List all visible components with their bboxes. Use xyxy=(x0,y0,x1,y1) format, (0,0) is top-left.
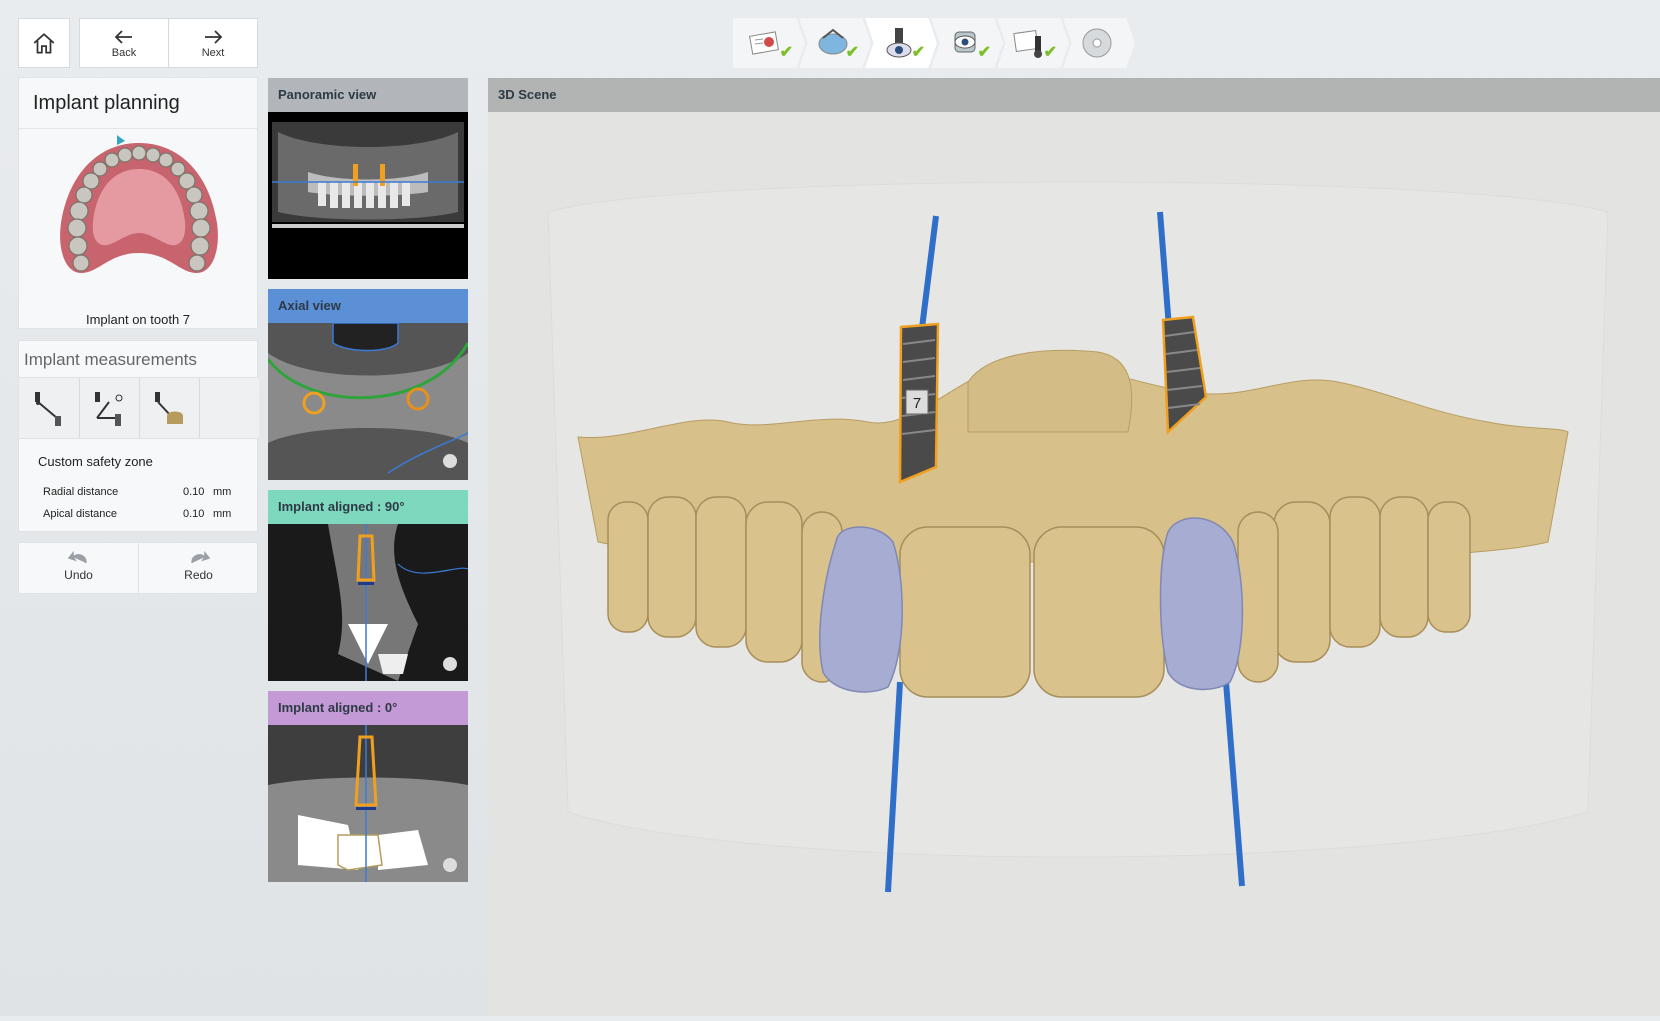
home-button[interactable] xyxy=(18,18,70,68)
axial-view-panel[interactable]: Axial view xyxy=(268,289,468,480)
upper-jaw-icon[interactable] xyxy=(39,133,239,293)
panoramic-view-panel[interactable]: Panoramic view xyxy=(268,78,468,279)
scene-3d-panel[interactable]: 3D Scene 7 xyxy=(488,78,1660,1016)
scene-3d-title: 3D Scene xyxy=(488,78,1660,112)
undo-label: Undo xyxy=(64,568,93,582)
apical-distance-value[interactable]: 0.10 xyxy=(183,508,204,520)
workflow-bar: ✔ ✔ ✔ ✔ ✔ xyxy=(733,18,1135,68)
panoramic-xray-image xyxy=(272,122,464,228)
volume-measure-icon xyxy=(155,392,183,424)
check-icon: ✔ xyxy=(845,44,859,61)
back-button[interactable]: Back xyxy=(79,18,169,68)
volume-tool-button[interactable] xyxy=(139,378,200,438)
next-label: Next xyxy=(201,47,225,59)
next-button[interactable]: Next xyxy=(168,18,258,68)
distance-measure-icon xyxy=(35,392,61,426)
step-scan[interactable]: ✔ xyxy=(799,18,871,68)
aligned-0-view-panel[interactable]: Implant aligned : 0° xyxy=(268,691,468,882)
redo-icon xyxy=(190,550,210,564)
aligned-0-xray-image xyxy=(268,725,468,882)
step-export[interactable] xyxy=(1063,18,1135,68)
implant-measurements-panel: Implant measurements Custom safety zone … xyxy=(18,340,259,532)
implant-planning-panel: Implant planning Implant on tooth 7 xyxy=(18,77,258,329)
redo-button[interactable]: Redo xyxy=(139,543,258,593)
apical-distance-unit: mm xyxy=(213,508,232,520)
arrow-left-icon xyxy=(114,30,132,44)
arrow-right-icon xyxy=(205,30,223,44)
step-patient[interactable]: ✔ xyxy=(733,18,805,68)
tooth-caption: Implant on tooth 7 xyxy=(85,312,191,327)
safety-zone-label: Custom safety zone xyxy=(38,454,153,469)
radial-distance-unit: mm xyxy=(213,486,232,498)
history-panel: Undo Redo xyxy=(18,542,258,594)
dental-model-3d: 7 xyxy=(547,181,1609,893)
panel-title: Implant planning xyxy=(33,92,180,114)
angle-measure-icon xyxy=(95,392,123,426)
undo-button[interactable]: Undo xyxy=(19,543,139,593)
check-icon: ✔ xyxy=(779,44,793,61)
apical-distance-label: Apical distance xyxy=(43,508,117,520)
axial-xray-image xyxy=(268,323,468,480)
check-icon: ✔ xyxy=(1043,44,1057,61)
axial-view-title: Axial view xyxy=(268,289,468,323)
step-guide[interactable]: ✔ xyxy=(997,18,1069,68)
aligned-0-view-title: Implant aligned : 0° xyxy=(268,691,468,725)
angle-tool-button[interactable] xyxy=(79,378,140,438)
radial-distance-label: Radial distance xyxy=(43,486,119,498)
radial-distance-value[interactable]: 0.10 xyxy=(183,486,204,498)
aligned-90-view-panel[interactable]: Implant aligned : 90° xyxy=(268,490,468,681)
panoramic-view-title: Panoramic view xyxy=(268,78,468,112)
aligned-90-view-title: Implant aligned : 90° xyxy=(268,490,468,524)
undo-icon xyxy=(67,550,87,564)
aligned-90-xray-image xyxy=(268,524,468,681)
back-label: Back xyxy=(111,47,137,59)
home-icon xyxy=(33,33,55,54)
step-implant[interactable]: ✔ xyxy=(865,18,937,68)
check-icon: ✔ xyxy=(911,44,925,61)
distance-tool-button[interactable] xyxy=(19,378,80,438)
check-icon: ✔ xyxy=(977,44,991,61)
step-sleeve[interactable]: ✔ xyxy=(931,18,1003,68)
implant-number-label: 7 xyxy=(913,395,921,412)
export-disc-icon xyxy=(1082,28,1112,58)
redo-label: Redo xyxy=(184,568,213,582)
measurements-title: Implant measurements xyxy=(24,350,197,369)
